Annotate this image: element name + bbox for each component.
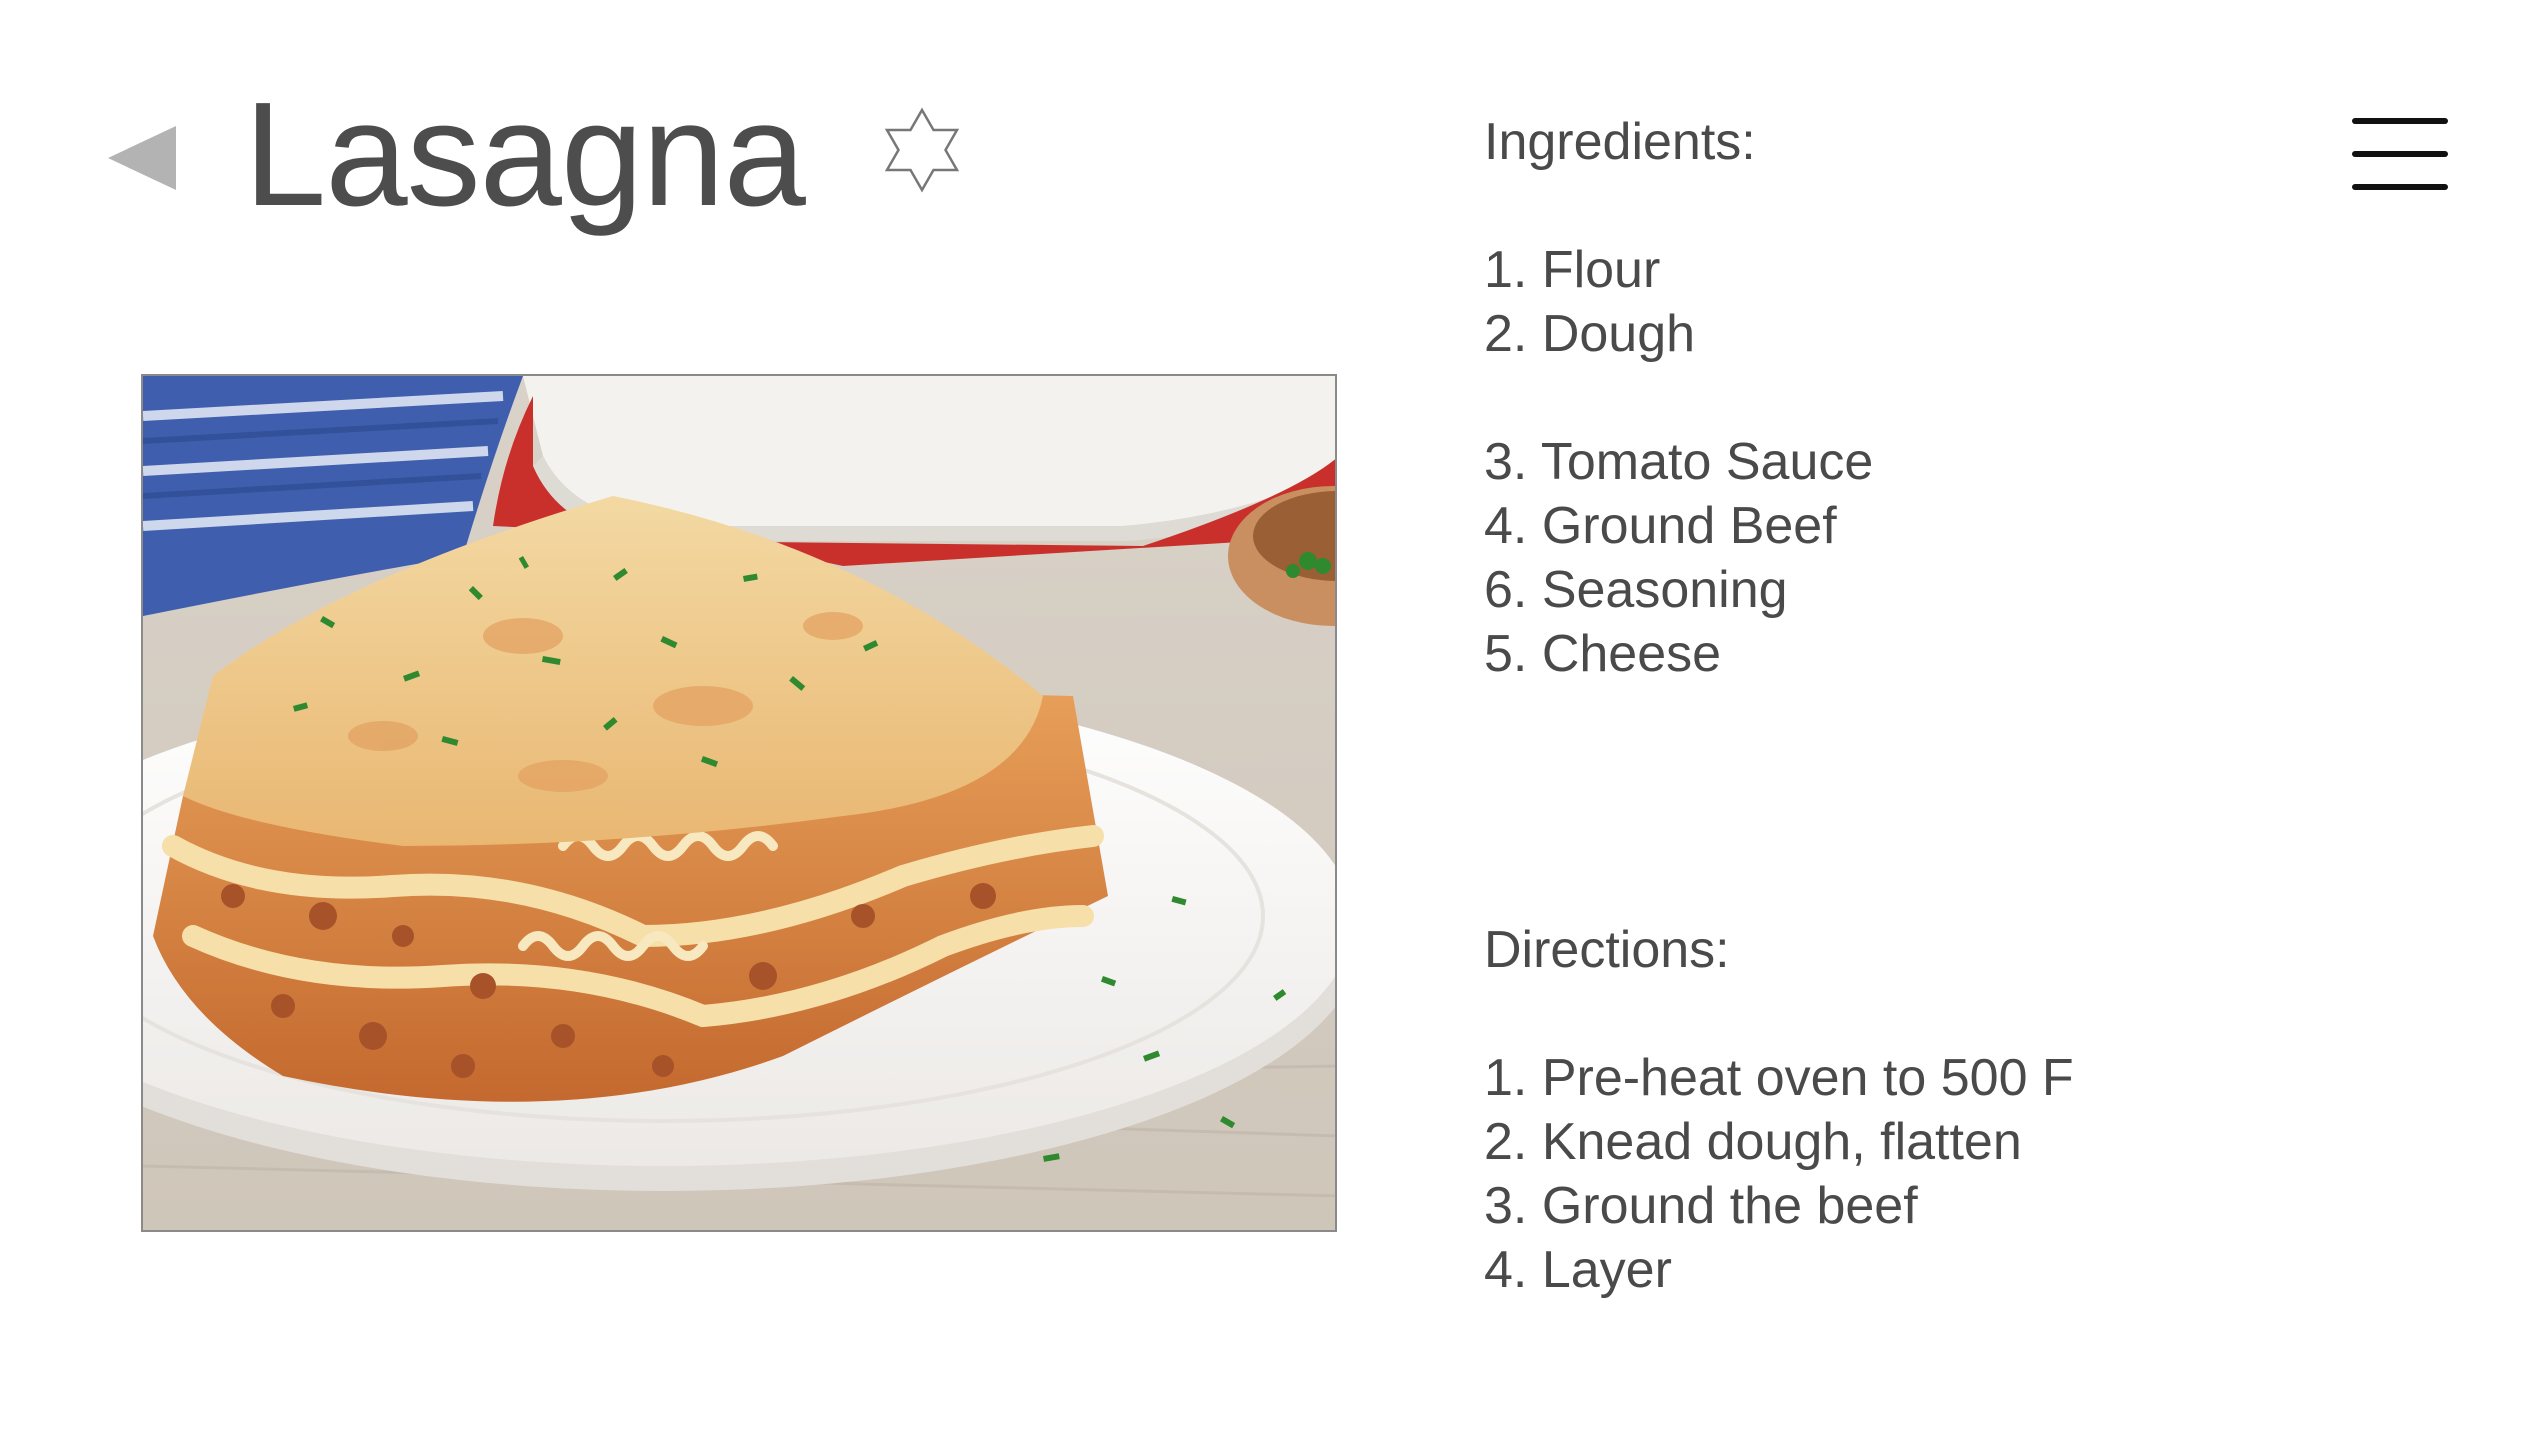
back-button[interactable]: [100, 118, 180, 198]
page-title: Lasagna: [244, 72, 806, 237]
list-item: 3. Tomato Sauce: [1484, 433, 1874, 491]
list-item: 3. Ground the beef: [1484, 1177, 1918, 1235]
directions-list: 1. Pre-heat oven to 500 F 2. Knead dough…: [1484, 1046, 2074, 1302]
list-item: 2. Dough: [1484, 305, 1696, 363]
list-item: 4. Ground Beef: [1484, 497, 1837, 555]
ingredients-list: 1. Flour 2. Dough 3. Tomato Sauce 4. Gro…: [1484, 238, 1873, 686]
favorite-button[interactable]: [872, 105, 972, 205]
list-item: 1. Pre-heat oven to 500 F: [1484, 1049, 2074, 1107]
list-item: 4. Layer: [1484, 1241, 1672, 1299]
star-of-david-outline-icon: [884, 107, 960, 193]
directions-heading: Directions:: [1484, 921, 1730, 979]
lasagna-photo: [141, 374, 1337, 1232]
directions-section: Directions: 1. Pre-heat oven to 500 F 2.…: [1484, 918, 2074, 1302]
list-item: 1. Flour: [1484, 241, 1661, 299]
ingredients-section: Ingredients: 1. Flour 2. Dough 3. Tomato…: [1484, 110, 1873, 686]
back-triangle-icon: [108, 126, 176, 190]
list-item: 5. Cheese: [1484, 625, 1722, 683]
ingredients-heading: Ingredients:: [1484, 113, 1756, 171]
list-item: 6. Seasoning: [1484, 561, 1788, 619]
list-item: 2. Knead dough, flatten: [1484, 1113, 2022, 1171]
menu-button[interactable]: [2350, 112, 2454, 196]
